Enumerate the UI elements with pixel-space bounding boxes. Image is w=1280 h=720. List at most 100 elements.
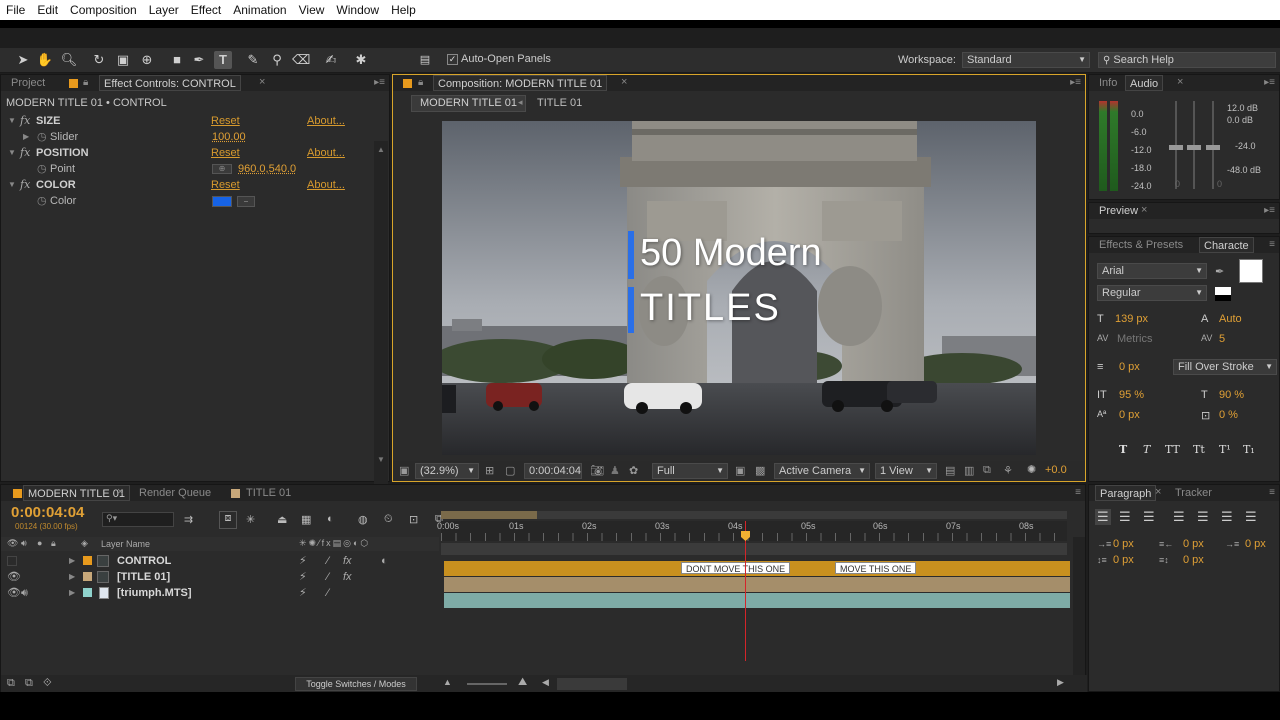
comp-switch-icon[interactable]: ⧉ (7, 677, 15, 690)
modes-icon[interactable]: ⧉ (25, 677, 33, 690)
tab-effects-presets[interactable]: Effects & Presets (1095, 237, 1187, 253)
scroll-right-icon[interactable]: ▶ (1057, 677, 1064, 688)
faux-italic-button[interactable]: T (1143, 443, 1150, 456)
align-right-icon[interactable]: ☰ (1143, 509, 1155, 525)
tracking-value[interactable]: 5 (1219, 333, 1225, 345)
fx-icon[interactable]: fx (20, 145, 30, 161)
font-family-select[interactable]: Arial ▼ (1097, 263, 1207, 279)
layer-name[interactable]: [TITLE 01] (117, 569, 170, 585)
align-center-icon[interactable]: ☰ (1119, 509, 1131, 525)
shy-switch-icon[interactable]: ⚡ (299, 553, 307, 569)
label-color[interactable] (83, 588, 92, 597)
space-after-value[interactable]: 0 px (1183, 554, 1204, 566)
tab-audio[interactable]: Audio (1125, 75, 1164, 91)
roto-brush-tool-icon[interactable]: ✍ (322, 51, 340, 69)
audio-slider-thumb[interactable] (1206, 145, 1220, 150)
pan-behind-tool-icon[interactable]: ⊕ (138, 51, 156, 69)
menu-effect[interactable]: Effect (185, 3, 227, 17)
close-icon[interactable]: × (1141, 204, 1147, 216)
visibility-toggle[interactable] (7, 556, 17, 566)
audio-slider-thumb[interactable] (1169, 145, 1183, 150)
menu-file[interactable]: File (0, 3, 31, 17)
stopwatch-icon[interactable]: ◷ (37, 161, 47, 177)
leading-value[interactable]: Auto (1219, 313, 1242, 325)
transparency-grid-icon[interactable]: ▩ (755, 464, 765, 477)
fx-icon[interactable]: fx (20, 113, 30, 129)
tab-effect-controls[interactable]: Effect Controls: CONTROL (99, 75, 241, 91)
justify-left-icon[interactable]: ☰ (1173, 509, 1185, 525)
zoom-tool-icon[interactable]: 🔍︎ (60, 51, 78, 69)
stopwatch-icon[interactable]: ◷ (37, 193, 47, 209)
menu-window[interactable]: Window (330, 3, 385, 17)
workspace-select[interactable]: Standard ▼ (962, 52, 1090, 68)
expand-triangle-icon[interactable]: ▼ (8, 177, 16, 193)
motion-blur-icon[interactable]: ▦ (301, 513, 311, 526)
views-select[interactable]: 1 View ▼ (875, 463, 937, 479)
zoom-slider[interactable] (467, 683, 507, 685)
tsume-value[interactable]: 0 % (1219, 409, 1238, 421)
always-preview-icon[interactable]: ▣ (399, 464, 409, 477)
close-icon[interactable]: × (1155, 486, 1161, 498)
work-area-range[interactable] (441, 511, 537, 519)
indent-left-value[interactable]: 0 px (1113, 538, 1134, 550)
snapshot-icon[interactable]: 📷︎ (590, 464, 604, 477)
baseline-shift-value[interactable]: 0 px (1119, 409, 1140, 421)
eye-icon[interactable]: 👁︎ (7, 585, 21, 601)
grid-icon[interactable]: ⊞ (485, 464, 494, 477)
eraser-tool-icon[interactable]: ⌫ (292, 51, 310, 69)
crosshair-icon[interactable]: ⊕ (212, 164, 232, 174)
shy-layers-icon[interactable]: ✳ (246, 513, 255, 526)
effect-row-size[interactable]: ▼ fx SIZE Reset About... (1, 113, 373, 129)
tab-composition[interactable]: Composition: MODERN TITLE 01 (433, 75, 608, 91)
current-time-display[interactable]: 0:00:04:04 (11, 504, 84, 521)
breadcrumb-title[interactable]: TITLE 01 (537, 97, 582, 109)
brainstorm-icon[interactable]: ◍ (358, 513, 368, 526)
fx-switch-icon[interactable]: fx (343, 569, 352, 585)
panel-menu-icon[interactable]: ≡ (1269, 485, 1275, 501)
panel-menu-icon[interactable]: ▸≡ (1264, 203, 1275, 219)
camera-tool-icon[interactable]: ▣ (114, 51, 132, 69)
layer-row[interactable]: 👁︎ 🔊︎ ▶ [triumph.MTS] ⚡ ⁄ (1, 585, 439, 601)
hand-tool-icon[interactable]: ✋ (36, 51, 54, 69)
panel-menu-icon[interactable]: ≡ (1269, 237, 1275, 253)
subscript-button[interactable]: T₁ (1243, 443, 1255, 456)
puppet-tool-icon[interactable]: ✱ (352, 51, 370, 69)
frame-blending-icon[interactable]: ⏏ (277, 513, 287, 526)
stopwatch-icon[interactable]: ◷ (37, 129, 47, 145)
eye-icon[interactable]: 👁︎ (7, 569, 21, 585)
align-left-icon[interactable]: ☰ (1095, 509, 1111, 525)
quality-switch-icon[interactable]: ⁄ (327, 553, 329, 569)
brush-tool-icon[interactable]: ✎ (244, 51, 262, 69)
exposure-value[interactable]: +0.0 (1045, 464, 1067, 476)
vertical-scale-value[interactable]: 95 % (1119, 389, 1144, 401)
label-color[interactable] (83, 572, 92, 581)
indent-right-value[interactable]: 0 px (1183, 538, 1204, 550)
menu-help[interactable]: Help (385, 3, 422, 17)
layer-bar-title[interactable] (444, 577, 1070, 592)
label-color[interactable] (83, 556, 92, 565)
region-icon[interactable]: ▣ (735, 464, 745, 477)
audio-icon[interactable]: 🔊︎ (21, 585, 28, 601)
breadcrumb-modern-title[interactable]: MODERN TITLE 01 (411, 95, 526, 112)
expand-triangle-icon[interactable]: ▼ (8, 145, 16, 161)
timer-icon[interactable]: ⏲ (384, 513, 393, 526)
lock-icon[interactable]: 🔒︎ (418, 77, 423, 88)
about-link[interactable]: About... (307, 177, 345, 193)
menu-animation[interactable]: Animation (227, 3, 292, 17)
scroll-up-icon[interactable]: ▲ (377, 145, 385, 154)
eyedropper-icon[interactable]: ✒ (1215, 265, 1224, 278)
layer-row[interactable]: ▶ CONTROL ⚡ ⁄ fx ◐ (1, 553, 439, 569)
close-icon[interactable]: × (621, 76, 627, 88)
audio-slider-thumb[interactable] (1187, 145, 1201, 150)
stroke-width-value[interactable]: 0 px (1119, 361, 1140, 373)
type-tool-icon[interactable]: T (214, 51, 232, 69)
channels-icon[interactable]: ✿ (629, 464, 638, 477)
white-swatch[interactable] (1215, 287, 1231, 295)
point-value[interactable]: 960.0,540.0 (238, 161, 296, 177)
scroll-down-icon[interactable]: ▼ (377, 455, 385, 464)
scroll-left-icon[interactable]: ◀ (542, 677, 549, 688)
lock-icon[interactable]: 🔒︎ (83, 77, 88, 88)
tab-tracker[interactable]: Tracker (1171, 485, 1216, 501)
tab-title-01[interactable]: TITLE 01 (242, 485, 295, 501)
clone-stamp-tool-icon[interactable]: ⚲ (268, 51, 286, 69)
